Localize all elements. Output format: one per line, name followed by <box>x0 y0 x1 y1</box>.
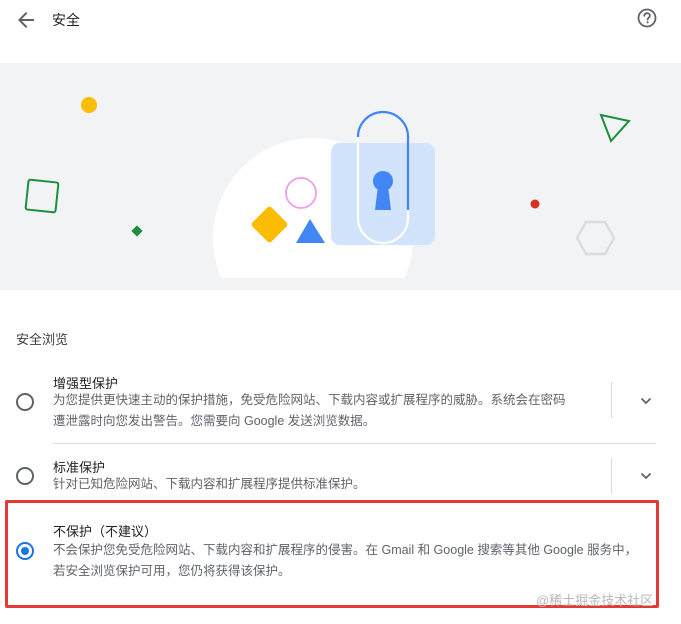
page-title: 安全 <box>52 12 80 28</box>
divider <box>611 382 612 418</box>
option-description: 针对已知危险网站、下载内容和扩展程序提供标准保护。 <box>53 477 366 491</box>
divider <box>611 458 612 494</box>
watermark: @稀土掘金技术社区 <box>536 593 654 608</box>
arrow-back-icon[interactable] <box>14 8 38 32</box>
radio-enhanced-protection[interactable] <box>16 393 34 411</box>
help-circle-icon[interactable] <box>636 7 658 29</box>
option-description: 为您提供更快速主动的保护措施，免受危险网站、下载内容或扩展程序的威胁。系统会在密… <box>53 393 566 407</box>
radio-standard-protection[interactable] <box>16 467 34 485</box>
safe-browsing-heading: 安全浏览 <box>16 332 69 347</box>
row-divider <box>52 443 656 444</box>
chevron-down-icon[interactable] <box>636 466 656 486</box>
security-hero-illustration <box>0 63 681 338</box>
chevron-down-icon[interactable] <box>636 391 656 411</box>
page-header: 安全 <box>0 0 681 40</box>
option-description: 遭泄露时向您发出警告。您需要向 Google 发送浏览数据。 <box>53 414 376 428</box>
